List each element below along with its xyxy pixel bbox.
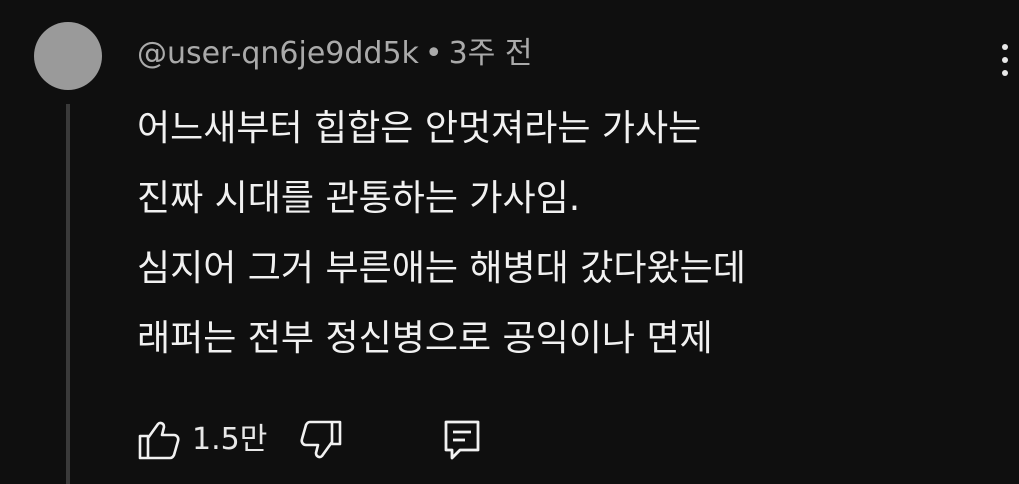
thumb-up-icon[interactable] <box>134 416 182 464</box>
separator-dot: • <box>424 36 443 71</box>
reply-comment-icon[interactable] <box>438 416 486 464</box>
comment-line: 어느새부터 힙합은 안멋져라는 가사는 <box>137 108 702 149</box>
comment-line: 심지어 그거 부른애는 해병대 갔다왔는데 <box>137 248 746 289</box>
comment-actions: 1.5만 <box>134 416 534 464</box>
timestamp[interactable]: 3주 전 <box>449 36 533 71</box>
comment-header: @user-qn6je9dd5k • 3주 전 <box>137 32 532 76</box>
thumb-down-icon[interactable] <box>298 416 346 464</box>
comment-body: 어느새부터 힙합은 안멋져라는 가사는 진짜 시대를 관통하는 가사임. 심지어… <box>137 94 997 374</box>
comment-line: 래퍼는 전부 정신병으로 공익이나 면제 <box>137 318 713 359</box>
avatar[interactable] <box>34 22 102 90</box>
comment-item: @user-qn6je9dd5k • 3주 전 어느새부터 힙합은 안멋져라는 가사… <box>0 0 1019 484</box>
more-vertical-icon[interactable] <box>1002 44 1012 84</box>
author-name[interactable]: @user-qn6je9dd5k <box>137 36 419 71</box>
like-count: 1.5만 <box>192 422 268 457</box>
thread-line <box>66 104 70 484</box>
comment-line: 진짜 시대를 관통하는 가사임. <box>137 178 581 219</box>
